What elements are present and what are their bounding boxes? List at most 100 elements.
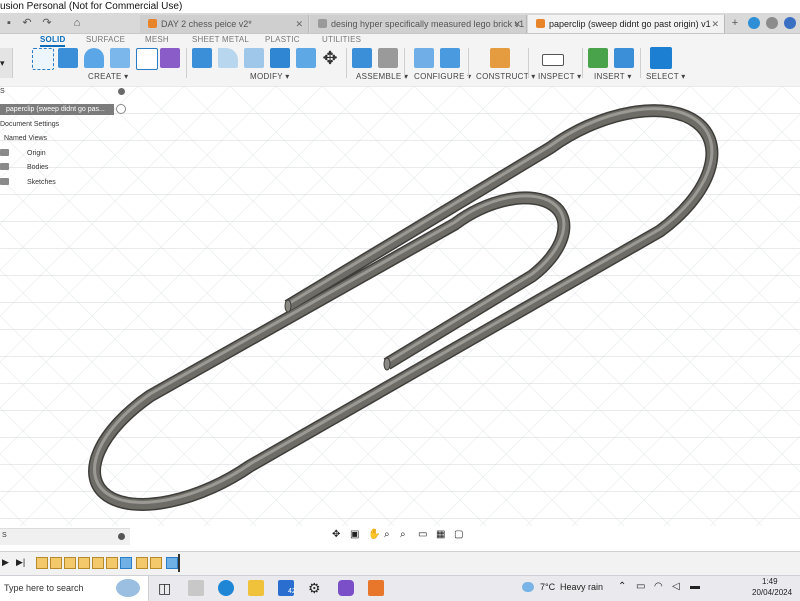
- redo-icon[interactable]: ↷: [40, 16, 54, 30]
- fit-icon[interactable]: ⌕: [400, 529, 406, 540]
- insert-image-icon[interactable]: [614, 48, 634, 68]
- offset-plane-icon[interactable]: [490, 48, 510, 68]
- create-sketch-icon[interactable]: [32, 48, 54, 70]
- weather-temperature[interactable]: 7°C: [540, 582, 555, 592]
- browser-item-sketches[interactable]: Sketches: [0, 178, 56, 186]
- extrude-icon[interactable]: [58, 48, 78, 68]
- browser-item-bodies[interactable]: Bodies: [0, 163, 48, 171]
- browser-item-named-views[interactable]: Named Views: [4, 135, 47, 142]
- press-pull-icon[interactable]: [192, 48, 212, 68]
- assemble-menu[interactable]: ASSEMBLE ▾: [356, 72, 408, 81]
- step-forward-icon[interactable]: ▶|: [16, 557, 25, 568]
- close-icon[interactable]: ✕: [513, 15, 521, 33]
- timeline-sketch-icon[interactable]: [106, 557, 118, 569]
- pan-icon[interactable]: ✋: [368, 529, 380, 540]
- configure-rule-icon[interactable]: [440, 48, 460, 68]
- modify-menu[interactable]: MODIFY ▾: [250, 72, 290, 81]
- tab-solid[interactable]: SOLID: [40, 35, 66, 47]
- tab-chess-piece[interactable]: DAY 2 chess peice v2* ✕: [140, 15, 309, 33]
- close-icon[interactable]: ✕: [711, 15, 719, 33]
- measure-icon[interactable]: [542, 54, 564, 66]
- settings-icon[interactable]: ⚙: [308, 580, 324, 596]
- inspect-menu[interactable]: INSPECT ▾: [538, 72, 581, 81]
- new-component-icon[interactable]: [352, 48, 372, 68]
- chamfer-icon[interactable]: [244, 48, 264, 68]
- tab-mesh[interactable]: MESH: [145, 35, 169, 44]
- workspace-switcher[interactable]: ▾: [0, 48, 13, 78]
- wifi-icon[interactable]: ◠: [654, 581, 663, 592]
- browser-item-origin[interactable]: Origin: [0, 149, 46, 157]
- zoom-icon[interactable]: ⌕: [384, 529, 390, 540]
- configure-table-icon[interactable]: [414, 48, 434, 68]
- shell-icon[interactable]: [270, 48, 290, 68]
- timeline-sketch-icon[interactable]: [78, 557, 90, 569]
- browser-item-document-settings[interactable]: Document Settings: [0, 121, 59, 128]
- timeline-feature-icon[interactable]: [120, 557, 132, 569]
- clock-date[interactable]: 20/04/2024: [752, 588, 792, 597]
- comments-panel[interactable]: S: [0, 528, 130, 545]
- orbit-icon[interactable]: ✥: [332, 529, 340, 540]
- tab-paperclip[interactable]: paperclip (sweep didnt go past origin) v…: [528, 15, 725, 33]
- tab-lego-brick[interactable]: desing hyper specifically measured lego …: [310, 15, 527, 33]
- battery-icon[interactable]: ▬: [690, 581, 700, 592]
- tab-plastic[interactable]: PLASTIC: [265, 35, 300, 44]
- viewports-icon[interactable]: ▢: [454, 529, 463, 540]
- tab-surface[interactable]: SURFACE: [86, 35, 125, 44]
- grid-settings-icon[interactable]: ▦: [436, 529, 445, 540]
- fillet-icon[interactable]: [218, 48, 238, 68]
- taskbar-search-box[interactable]: Type here to search: [0, 576, 149, 601]
- volume-icon[interactable]: ◁: [672, 581, 680, 592]
- save-icon[interactable]: ▪: [2, 16, 16, 30]
- comments-options-icon[interactable]: [118, 533, 125, 540]
- timeline-marker[interactable]: [178, 554, 180, 572]
- revolve-icon[interactable]: [84, 48, 104, 68]
- timeline-sketch-icon[interactable]: [136, 557, 148, 569]
- clock-icon[interactable]: [766, 17, 778, 29]
- weather-condition[interactable]: Heavy rain: [560, 582, 603, 592]
- timeline-sweep-icon[interactable]: [166, 557, 178, 569]
- joint-icon[interactable]: [378, 48, 398, 68]
- file-app-icon[interactable]: [188, 580, 204, 596]
- construct-menu[interactable]: CONSTRUCT ▾: [476, 72, 536, 81]
- undo-icon[interactable]: ↶: [20, 16, 34, 30]
- timeline-sketch-icon[interactable]: [36, 557, 48, 569]
- chat-app-icon[interactable]: [338, 580, 354, 596]
- task-view-icon[interactable]: ◫: [158, 580, 174, 596]
- move-icon[interactable]: ✥: [320, 48, 340, 68]
- mail-icon[interactable]: 42: [278, 580, 296, 596]
- clock-time[interactable]: 1:49: [762, 577, 778, 586]
- fusion-app-icon[interactable]: [368, 580, 384, 596]
- create-menu[interactable]: CREATE ▾: [88, 72, 129, 81]
- play-icon[interactable]: ▶: [2, 557, 9, 568]
- new-tab-icon[interactable]: +: [728, 16, 742, 30]
- home-icon[interactable]: ⌂: [70, 16, 84, 30]
- panel-options-icon[interactable]: [118, 88, 125, 95]
- timeline-sketch-icon[interactable]: [50, 557, 62, 569]
- tab-sheet-metal[interactable]: SHEET METAL: [192, 35, 249, 44]
- insert-menu[interactable]: INSERT ▾: [594, 72, 632, 81]
- tab-utilities[interactable]: UTILITIES: [322, 35, 361, 44]
- select-menu[interactable]: SELECT ▾: [646, 72, 686, 81]
- chevron-up-icon[interactable]: ⌃: [618, 581, 626, 592]
- combine-icon[interactable]: [296, 48, 316, 68]
- timeline-sketch-icon[interactable]: [92, 557, 104, 569]
- insert-derive-icon[interactable]: [588, 48, 608, 68]
- look-at-icon[interactable]: ▣: [350, 529, 359, 540]
- pattern-icon[interactable]: [136, 48, 158, 70]
- network-icon[interactable]: ▭: [636, 581, 645, 592]
- close-icon[interactable]: ✕: [295, 15, 303, 33]
- hole-icon[interactable]: [110, 48, 130, 68]
- select-icon[interactable]: [650, 47, 672, 69]
- online-status-icon[interactable]: [748, 17, 760, 29]
- configure-menu[interactable]: CONFIGURE ▾: [414, 72, 472, 81]
- file-explorer-icon[interactable]: [248, 580, 264, 596]
- visibility-icon[interactable]: [116, 104, 126, 114]
- create-form-icon[interactable]: [160, 48, 180, 68]
- timeline-sketch-icon[interactable]: [150, 557, 162, 569]
- timeline-sketch-icon[interactable]: [64, 557, 76, 569]
- browser-document-node[interactable]: paperclip (sweep didnt go pas...: [0, 104, 114, 115]
- edge-icon[interactable]: [218, 580, 234, 596]
- weather-icon[interactable]: [522, 582, 534, 592]
- profile-icon[interactable]: [784, 17, 796, 29]
- display-settings-icon[interactable]: ▭: [418, 529, 427, 540]
